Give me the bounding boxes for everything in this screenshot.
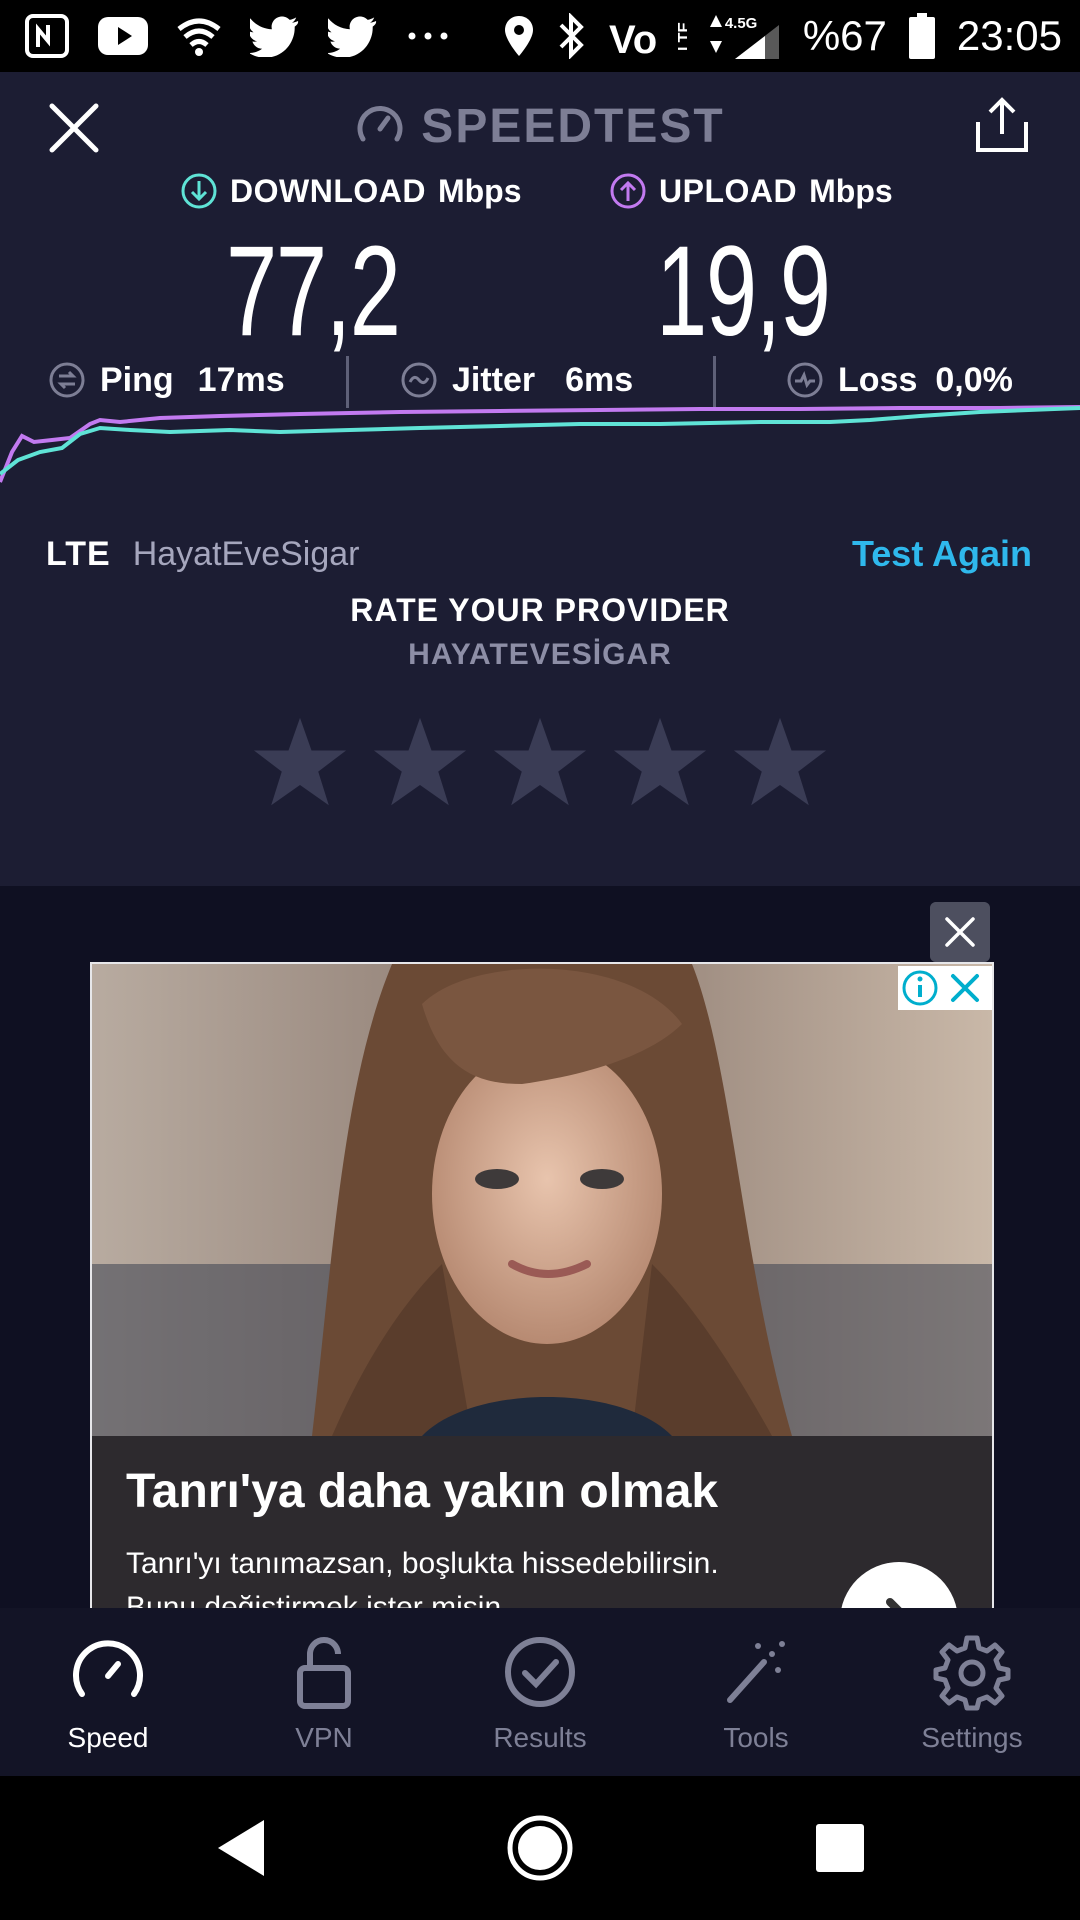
speedometer-logo-icon — [357, 106, 403, 142]
upload-arrow-icon — [610, 173, 646, 209]
stats-row: Ping 17ms Jitter 6ms Loss 0,0% — [0, 350, 1080, 410]
ad-open-button[interactable] — [840, 1562, 958, 1610]
nav-speed[interactable]: Speed — [0, 1608, 216, 1776]
svg-text:Vo: Vo — [609, 18, 657, 59]
data-arrows-icon — [709, 15, 722, 53]
star-icon[interactable] — [372, 714, 468, 810]
system-navigation-bar — [0, 1776, 1080, 1920]
clock: 23:05 — [956, 12, 1062, 59]
magic-wand-icon — [727, 1641, 785, 1703]
volte-icon: Vo LTE — [609, 18, 687, 59]
youtube-icon — [98, 17, 148, 55]
ping-stat: Ping 17ms — [48, 350, 285, 410]
bluetooth-icon — [559, 13, 584, 59]
location-icon — [504, 16, 533, 56]
nav-tools-label: Tools — [723, 1722, 789, 1753]
bottom-navigation: Speed VPN Results Tools Settings — [0, 1608, 1080, 1776]
ad-card[interactable]: Tanrı'ya daha yakın olmak Tanrı'yı tanım… — [90, 962, 994, 1612]
signal-indicator: 4.5G — [709, 11, 781, 61]
upload-unit: Mbps — [809, 172, 893, 209]
gear-icon — [933, 1635, 1011, 1711]
nav-tools[interactable]: Tools — [648, 1608, 864, 1776]
ad-image[interactable] — [92, 964, 992, 1436]
nav-vpn[interactable]: VPN — [216, 1608, 432, 1776]
network-info: LTE HayatEveSigar — [46, 524, 359, 584]
star-icon[interactable] — [612, 714, 708, 810]
speedtest-result-screen: SPEEDTEST DOWNLOAD Mbps 77,2 UPLOAD Mbps… — [0, 72, 1080, 886]
loss-stat: Loss 0,0% — [786, 350, 1013, 410]
stats-divider — [346, 356, 349, 408]
home-icon[interactable] — [505, 1813, 575, 1883]
wifi-icon — [177, 18, 221, 56]
rate-provider-title: RATE YOUR PROVIDER — [350, 592, 730, 628]
download-arrow-icon — [181, 173, 217, 209]
status-bar: Vo LTE 4.5G %67 23:05 — [0, 0, 1080, 72]
upload-label: UPLOAD — [659, 172, 798, 209]
ping-value: 17ms — [197, 360, 285, 399]
download-label: DOWNLOAD — [230, 172, 426, 209]
signal-icon — [734, 25, 779, 59]
star-icon[interactable] — [732, 714, 828, 810]
nfc-icon — [25, 14, 69, 58]
stats-divider — [713, 356, 716, 408]
loss-icon — [787, 362, 823, 398]
nav-vpn-label: VPN — [295, 1722, 353, 1753]
lock-icon — [297, 1637, 351, 1709]
provider-name: HayatEveSigar — [132, 534, 360, 573]
nav-speed-label: Speed — [67, 1722, 149, 1753]
upload-graph-line — [0, 405, 1080, 483]
more-icon — [408, 32, 448, 40]
speedometer-icon — [73, 1640, 143, 1697]
status-bar-left-icons — [24, 0, 450, 72]
ad-body-text: Tanrı'yı tanımazsan, boşlukta hissedebil… — [126, 1547, 719, 1580]
battery-icon — [908, 13, 935, 59]
jitter-label: Jitter — [452, 360, 536, 399]
jitter-icon — [401, 362, 437, 398]
app-title: SPEEDTEST — [0, 94, 1080, 158]
nav-settings-label: Settings — [921, 1722, 1023, 1753]
ping-icon — [49, 362, 85, 398]
svg-text:LTE: LTE — [676, 22, 687, 51]
upload-header: UPLOAD Mbps — [609, 166, 893, 216]
status-bar-right: Vo LTE 4.5G %67 23:05 — [503, 0, 1062, 72]
download-header: DOWNLOAD Mbps — [180, 166, 522, 216]
jitter-value: 6ms — [565, 360, 634, 399]
ad-close-icon[interactable] — [930, 902, 990, 962]
ad-headline[interactable]: Tanrı'ya daha yakın olmak — [126, 1464, 718, 1519]
battery-percent: %67 — [802, 12, 887, 59]
back-icon[interactable] — [212, 1816, 272, 1880]
share-icon[interactable] — [972, 96, 1032, 156]
nav-settings[interactable]: Settings — [864, 1608, 1080, 1776]
rating-stars — [252, 714, 828, 814]
app-title-text: SPEEDTEST — [421, 99, 725, 153]
loss-label: Loss — [838, 360, 918, 399]
nav-results-label: Results — [493, 1722, 587, 1753]
upload-value: 19,9 — [656, 220, 831, 363]
star-icon[interactable] — [252, 714, 348, 810]
nav-results[interactable]: Results — [432, 1608, 648, 1776]
loss-value: 0,0% — [935, 360, 1013, 399]
ad-choices-icon[interactable] — [898, 966, 992, 1010]
chevron-right-icon — [886, 1598, 904, 1610]
rate-provider-name: HAYATEVESİGAR — [408, 638, 672, 671]
test-again-button[interactable]: Test Again — [852, 524, 1032, 584]
download-unit: Mbps — [437, 172, 522, 209]
ping-label: Ping — [100, 360, 174, 399]
download-value: 77,2 — [226, 220, 401, 363]
twitter-icon — [328, 16, 377, 57]
check-circle-icon — [505, 1637, 575, 1707]
star-icon[interactable] — [492, 714, 588, 810]
twitter-icon — [250, 16, 299, 57]
connection-type: LTE — [46, 534, 111, 573]
jitter-stat: Jitter 6ms — [400, 350, 633, 410]
recents-icon[interactable] — [816, 1824, 864, 1872]
